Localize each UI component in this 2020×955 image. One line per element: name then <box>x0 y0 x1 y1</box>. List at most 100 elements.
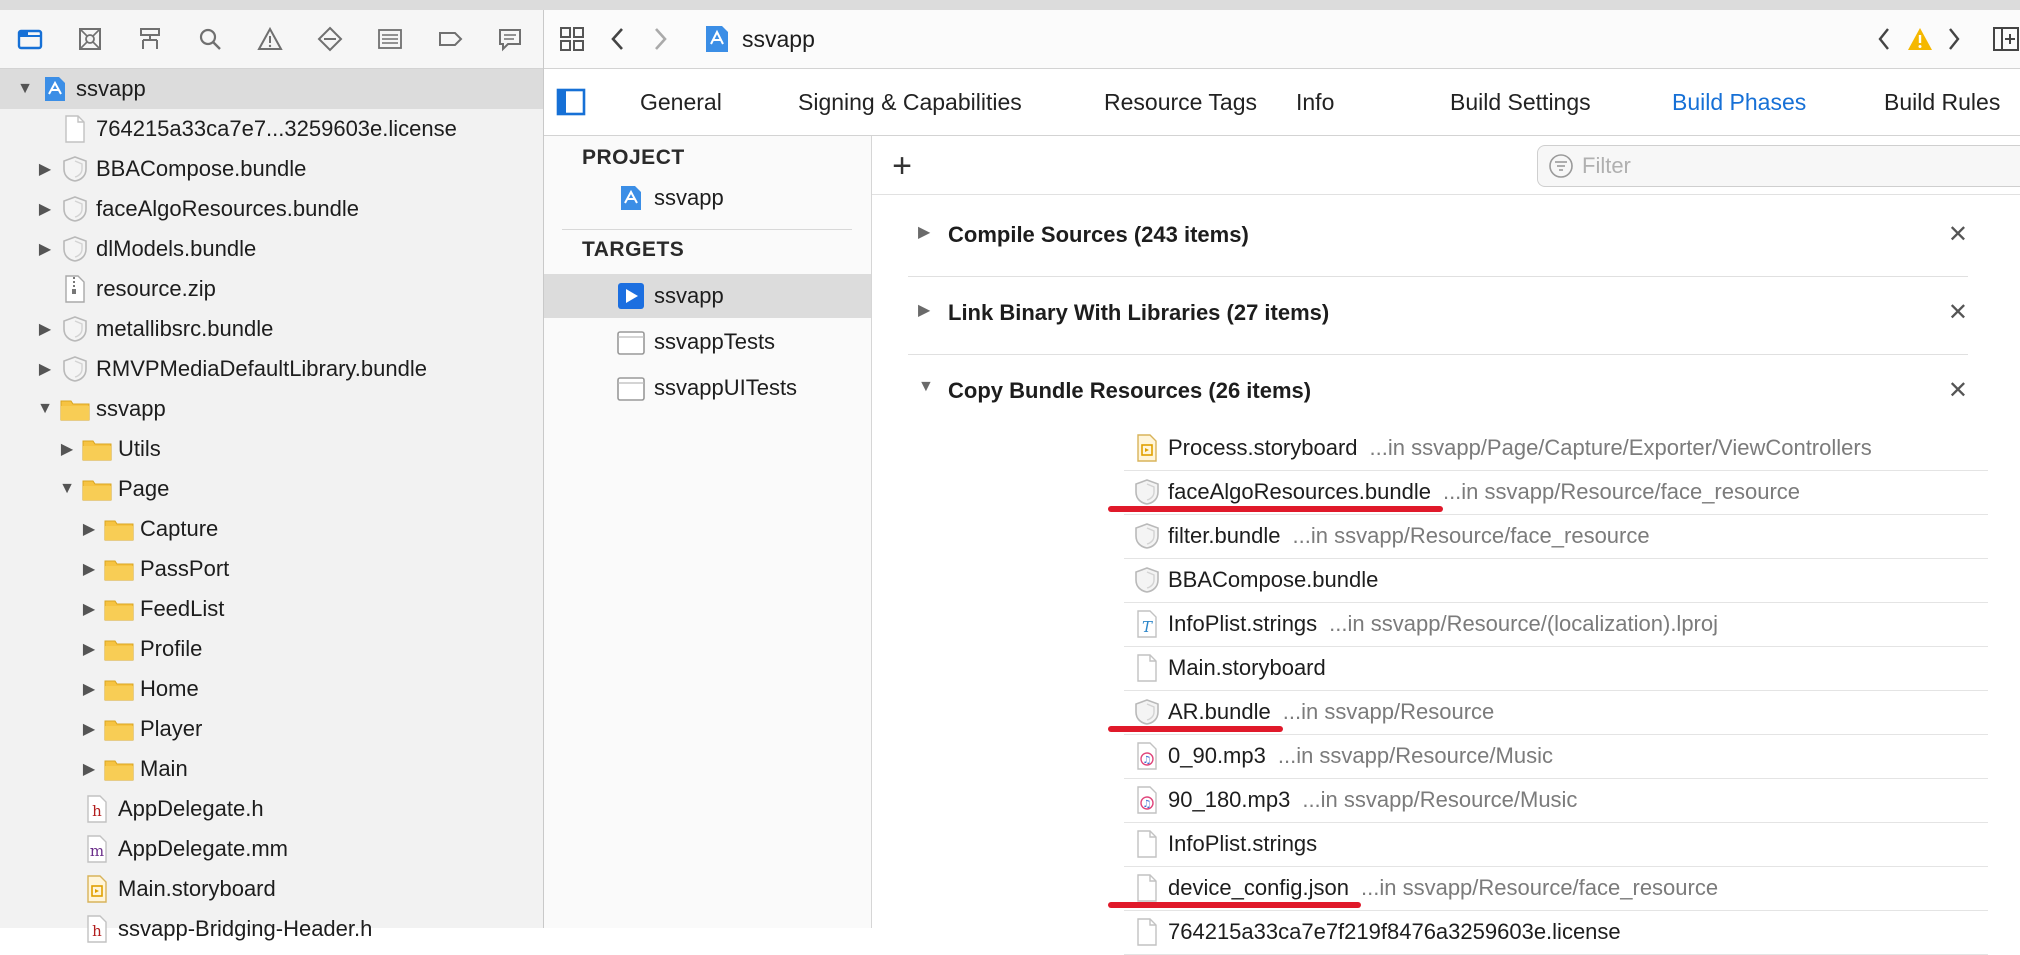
project-item[interactable]: ssvapp <box>544 176 871 220</box>
tab-resource-tags[interactable]: Resource Tags <box>1104 69 1257 135</box>
tab-general[interactable]: General <box>640 69 722 135</box>
file-tree-item[interactable]: ▶ Profile <box>0 629 543 669</box>
hierarchy-icon[interactable] <box>120 10 180 68</box>
file-tree-item[interactable]: ▼ ssvapp <box>0 389 543 429</box>
folder-icon <box>104 595 134 623</box>
disclosure-closed-icon[interactable]: ▶ <box>36 240 54 258</box>
file-tree-item[interactable]: ▶ Home <box>0 669 543 709</box>
file-tree-item[interactable]: ▶ metallibsrc.bundle <box>0 309 543 349</box>
breakpoint-icon[interactable] <box>420 10 480 68</box>
report-icon[interactable] <box>480 10 540 68</box>
disclosure-closed-icon[interactable]: ▶ <box>36 200 54 218</box>
disclosure-closed-icon[interactable]: ▶ <box>36 320 54 338</box>
tab-build-phases[interactable]: Build Phases <box>1672 69 1806 135</box>
disclosure-closed-icon[interactable]: ▶ <box>36 360 54 378</box>
resource-row[interactable]: InfoPlist.strings <box>1124 822 1988 867</box>
target-item-ssvapptests[interactable]: ssvappTests <box>544 320 871 364</box>
file-tree-item[interactable]: ▶ FeedList <box>0 589 543 629</box>
tab-build-settings[interactable]: Build Settings <box>1450 69 1591 135</box>
file-tree-item[interactable]: ▶ Utils <box>0 429 543 469</box>
back-chevron-icon[interactable] <box>606 10 630 68</box>
filter-input[interactable] <box>1580 152 2004 180</box>
resource-name: InfoPlist.strings ...in ssvapp/Resource/(… <box>1168 611 1718 637</box>
tab-info[interactable]: Info <box>1296 69 1334 135</box>
close-icon[interactable]: ✕ <box>1948 298 1968 327</box>
search-icon[interactable] <box>180 10 240 68</box>
target-item-ssvappuitests[interactable]: ssvappUITests <box>544 366 871 410</box>
disclosure-open-icon[interactable]: ▼ <box>36 400 54 418</box>
resource-row[interactable]: filter.bundle ...in ssvapp/Resource/face_… <box>1124 514 1988 559</box>
resource-filename: 764215a33ca7e7f219f8476a3259603e.license <box>1168 919 1621 944</box>
disclosure-closed-icon[interactable]: ▶ <box>36 160 54 178</box>
file-tree-item[interactable]: h ssvapp-Bridging-Header.h <box>0 909 543 949</box>
add-editor-icon[interactable] <box>1992 10 2020 68</box>
prev-issue-chevron-icon[interactable] <box>1874 10 1894 68</box>
close-icon[interactable]: ✕ <box>1948 376 1968 405</box>
close-icon[interactable]: ✕ <box>1948 220 1968 249</box>
file-tree-item[interactable]: 764215a33ca7e7...3259603e.license <box>0 109 543 149</box>
zip-icon <box>60 275 90 303</box>
filter-field[interactable] <box>1537 145 2020 187</box>
header-file-icon: h <box>82 915 112 943</box>
file-tree-item[interactable]: ▼ Page <box>0 469 543 509</box>
resource-row[interactable]: Process.storyboard ...in ssvapp/Page/Capt… <box>1124 426 1988 471</box>
disclosure-closed-icon[interactable]: ▶ <box>80 640 98 658</box>
disclosure-closed-icon[interactable]: ▶ <box>918 300 930 320</box>
file-tree-item[interactable]: h AppDelegate.h <box>0 789 543 829</box>
resource-row[interactable]: 764215a33ca7e7f219f8476a3259603e.license <box>1124 910 1988 955</box>
debug-icon[interactable] <box>360 10 420 68</box>
resource-row[interactable]: Main.storyboard <box>1124 646 1988 691</box>
target-item-ssvapp[interactable]: ssvapp <box>544 274 871 318</box>
file-tree-item[interactable]: ▶ Capture <box>0 509 543 549</box>
file-tree-item[interactable]: ▶ faceAlgoResources.bundle <box>0 189 543 229</box>
resource-row[interactable]: BBACompose.bundle <box>1124 558 1988 603</box>
warning-icon[interactable] <box>1906 10 1934 68</box>
next-issue-chevron-icon[interactable] <box>1944 10 1964 68</box>
resource-filename: BBACompose.bundle <box>1168 567 1379 592</box>
disclosure-closed-icon[interactable]: ▶ <box>80 520 98 538</box>
strings-icon: T <box>1132 608 1162 640</box>
resource-row[interactable]: ♫ 90_180.mp3 ...in ssvapp/Resource/Music <box>1124 778 1988 823</box>
file-tree-item[interactable]: Main.storyboard <box>0 869 543 909</box>
toggle-sidebar-icon[interactable] <box>556 69 586 135</box>
disclosure-open-icon[interactable]: ▼ <box>918 378 934 396</box>
file-tree-item[interactable]: m AppDelegate.mm <box>0 829 543 869</box>
warning-icon[interactable] <box>240 10 300 68</box>
disclosure-closed-icon[interactable]: ▶ <box>80 560 98 578</box>
disclosure-open-icon[interactable]: ▼ <box>16 80 34 98</box>
resource-filename: device_config.json <box>1168 875 1350 900</box>
file-tree-item[interactable]: resource.zip <box>0 269 543 309</box>
bundle-icon <box>60 195 90 223</box>
breadcrumb-project[interactable]: ssvapp <box>742 10 815 68</box>
file-tree-item[interactable]: ▶ BBACompose.bundle <box>0 149 543 189</box>
disclosure-closed-icon[interactable]: ▶ <box>80 600 98 618</box>
forward-chevron-icon[interactable] <box>648 10 672 68</box>
resource-row[interactable]: ♫ 0_90.mp3 ...in ssvapp/Resource/Music <box>1124 734 1988 779</box>
disclosure-closed-icon[interactable]: ▶ <box>80 680 98 698</box>
disclosure-closed-icon[interactable]: ▶ <box>80 760 98 778</box>
phase-copy-bundle-resources[interactable]: ▼ Copy Bundle Resources (26 items) ✕ <box>908 354 1968 432</box>
disclosure-closed-icon[interactable]: ▶ <box>918 222 930 242</box>
add-build-phase-button[interactable]: + <box>882 146 922 186</box>
phase-compile-sources[interactable]: ▶ Compile Sources (243 items) ✕ <box>908 198 1968 277</box>
disclosure-closed-icon[interactable]: ▶ <box>58 440 76 458</box>
file-tree-item[interactable]: ▶ dlModels.bundle <box>0 229 543 269</box>
disclosure-open-icon[interactable]: ▼ <box>58 480 76 498</box>
file-tree-item[interactable]: ▶ RMVPMediaDefaultLibrary.bundle <box>0 349 543 389</box>
resource-row[interactable]: T InfoPlist.strings ...in ssvapp/Resource/… <box>1124 602 1988 647</box>
grid-icon[interactable] <box>558 10 586 68</box>
file-tree-item[interactable]: ▶ Player <box>0 709 543 749</box>
resource-name: AR.bundle ...in ssvapp/Resource <box>1168 699 1494 725</box>
test-icon[interactable] <box>300 10 360 68</box>
source-control-icon[interactable] <box>60 10 120 68</box>
tab-build-rules[interactable]: Build Rules <box>1884 69 2000 135</box>
file-tree-item[interactable]: ▼ ssvapp <box>0 69 543 109</box>
file-tree-item-label: Main.storyboard <box>118 876 276 901</box>
folder-icon[interactable] <box>0 10 60 68</box>
phase-link-binary[interactable]: ▶ Link Binary With Libraries (27 items) … <box>908 276 1968 355</box>
disclosure-closed-icon[interactable]: ▶ <box>80 720 98 738</box>
targets-panel: PROJECT ssvapp TARGETS ssvapp ssvappTest… <box>544 136 872 928</box>
file-tree-item[interactable]: ▶ PassPort <box>0 549 543 589</box>
file-tree-item[interactable]: ▶ Main <box>0 749 543 789</box>
tab-signing-capabilities[interactable]: Signing & Capabilities <box>798 69 1022 135</box>
